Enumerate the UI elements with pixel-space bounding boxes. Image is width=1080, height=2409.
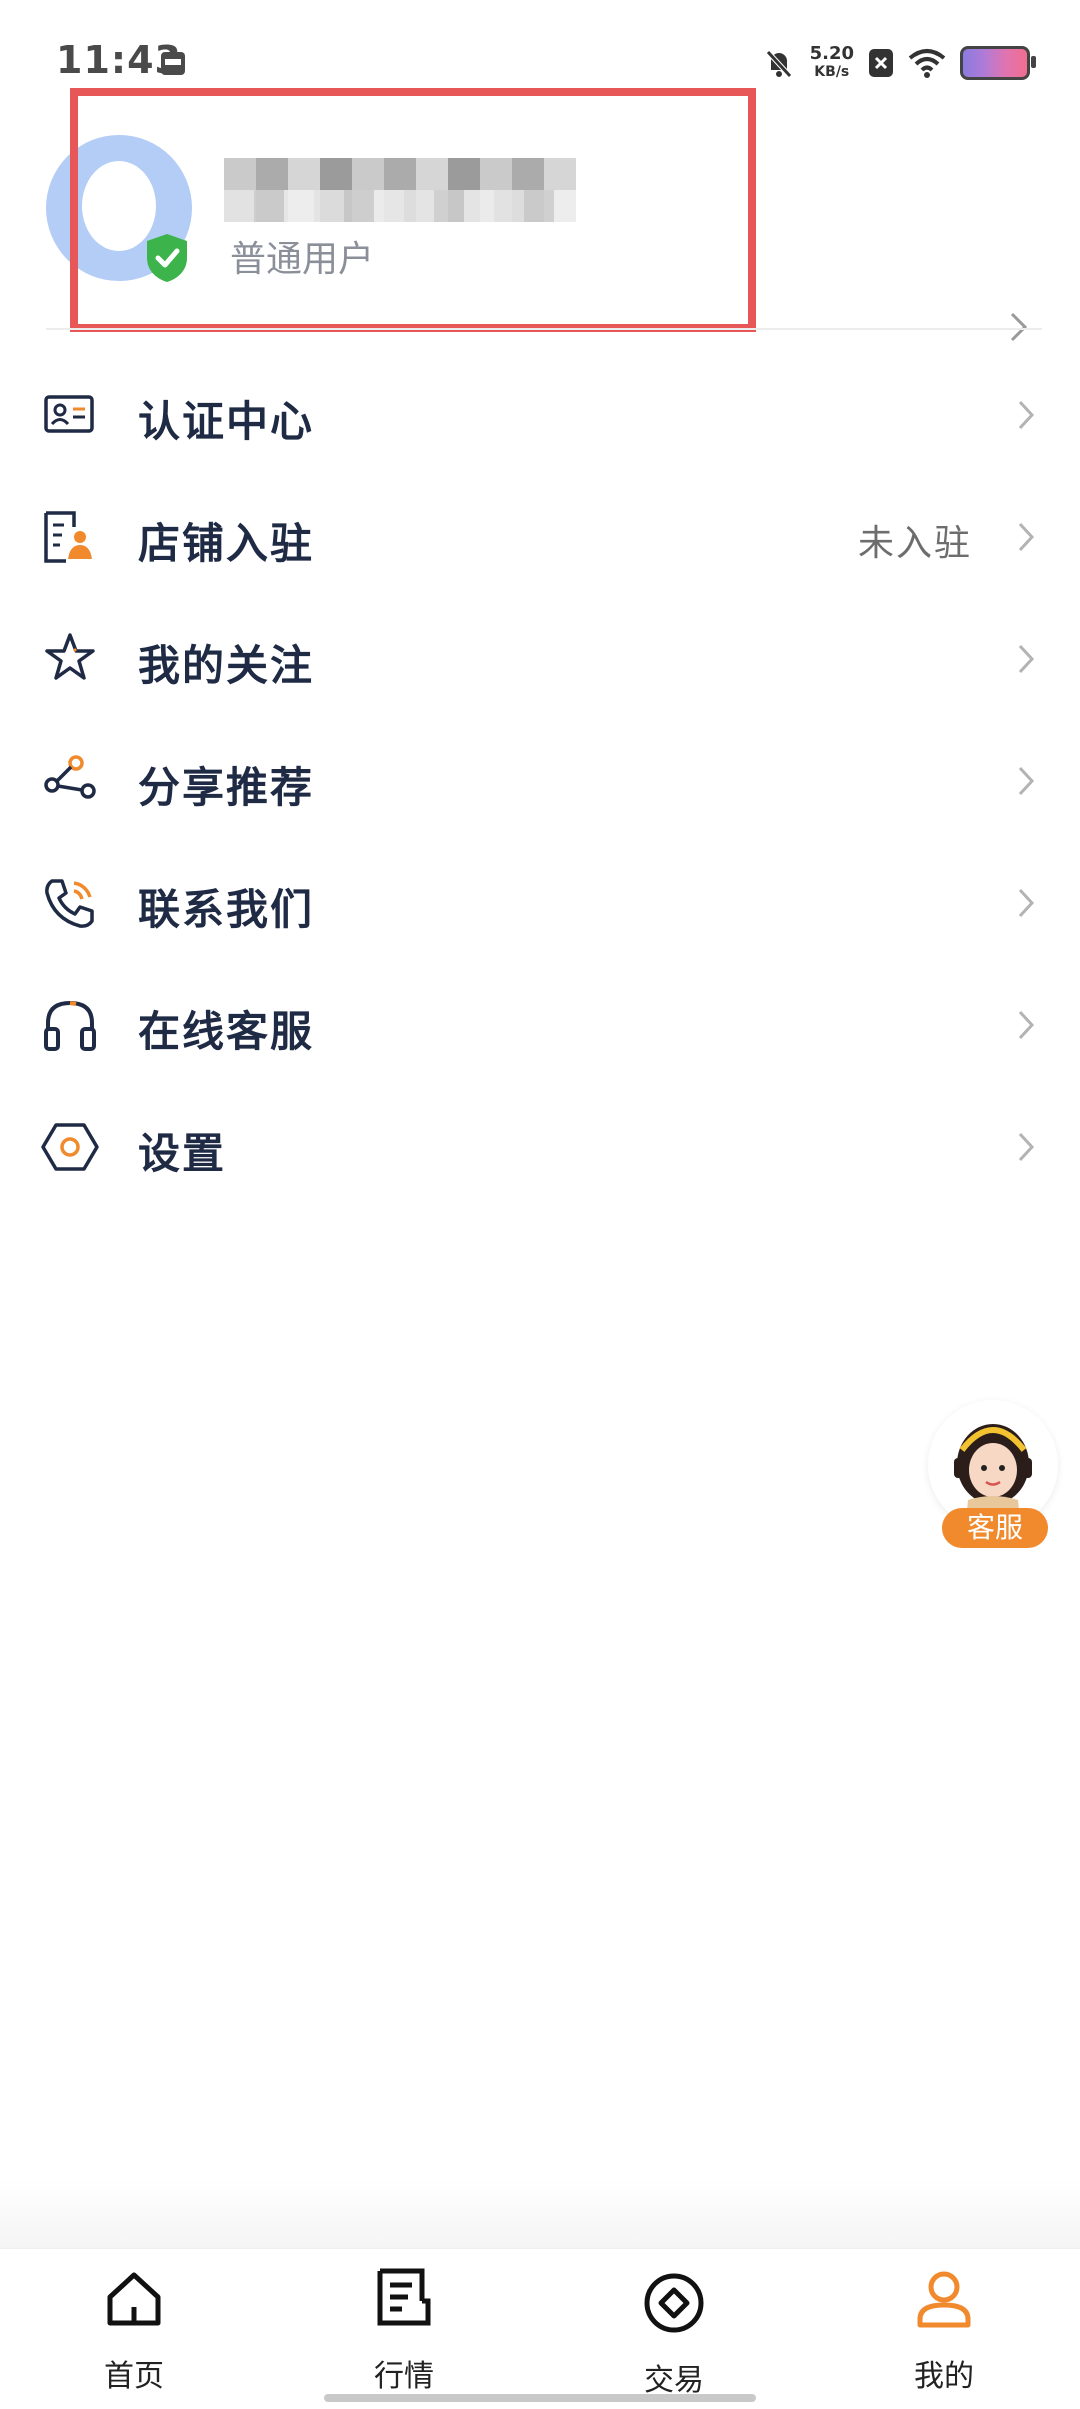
- chevron-right-icon: [1018, 766, 1035, 796]
- chevron-right-icon: [1008, 310, 1030, 344]
- settings-hexagon-icon: [41, 1123, 99, 1171]
- tab-trade[interactable]: 交易: [584, 2249, 764, 2399]
- menu-item-online-service[interactable]: 在线客服: [0, 970, 1080, 1080]
- net-speed: 5.20 KB/s: [810, 45, 854, 81]
- menu-item-label: 在线客服: [138, 1007, 315, 1056]
- menu-item-label: 店铺入驻: [138, 519, 315, 568]
- chevron-right-icon: [1018, 1132, 1035, 1162]
- sim-x-icon: [869, 49, 893, 77]
- tab-label: 首页: [104, 2359, 164, 2394]
- store-status-value: 未入驻: [857, 523, 972, 564]
- home-icon: [107, 2272, 161, 2326]
- mute-bell-icon: [765, 50, 792, 78]
- menu-item-certification[interactable]: 认证中心: [0, 360, 1080, 470]
- user-icon: [917, 2271, 971, 2328]
- headset-icon: [44, 1000, 96, 1051]
- trade-circle-icon: [644, 2273, 704, 2333]
- tab-label: 行情: [374, 2359, 434, 2394]
- menu-item-label: 设置: [138, 1129, 227, 1178]
- bottom-fade: [0, 2180, 1080, 2250]
- menu-item-label: 分享推荐: [138, 763, 315, 812]
- chevron-right-icon: [1018, 400, 1035, 430]
- net-speed-unit: KB/s: [814, 64, 850, 80]
- status-icons: 5.20 KB/s: [762, 38, 1036, 88]
- cs-label: 客服: [942, 1508, 1048, 1548]
- chevron-right-icon: [1018, 644, 1035, 674]
- home-indicator: [324, 2394, 756, 2402]
- tab-label: 我的: [914, 2359, 974, 2394]
- floating-customer-service-button[interactable]: 客服: [924, 1400, 1064, 1550]
- highlight-annotation-box: [70, 88, 756, 332]
- menu-item-my-follows[interactable]: 我的关注: [0, 604, 1080, 714]
- store-document-icon: [44, 511, 92, 563]
- menu-item-store-entry[interactable]: 店铺入驻 未入驻: [0, 482, 1080, 592]
- calendar-icon: [161, 52, 185, 75]
- id-card-icon: [44, 395, 94, 433]
- chevron-right-icon: [1018, 888, 1035, 918]
- phone-icon: [45, 879, 94, 928]
- divider: [46, 328, 1042, 330]
- net-speed-value: 5.20: [809, 43, 854, 64]
- tab-home[interactable]: 首页: [44, 2249, 224, 2399]
- star-icon: [45, 633, 95, 680]
- menu-item-label: 认证中心: [138, 397, 315, 446]
- menu-item-share[interactable]: 分享推荐: [0, 726, 1080, 836]
- menu-item-label: 联系我们: [138, 885, 315, 934]
- tab-market[interactable]: 行情: [314, 2249, 494, 2399]
- menu-item-label: 我的关注: [138, 641, 315, 690]
- bottom-tab-bar: 首页 行情 交易 我的: [0, 2248, 1080, 2409]
- tab-label: 交易: [644, 2363, 704, 2398]
- menu-item-settings[interactable]: 设置: [0, 1092, 1080, 1202]
- battery-icon: [960, 46, 1036, 80]
- menu-item-contact-us[interactable]: 联系我们: [0, 848, 1080, 958]
- document-list-icon: [377, 2268, 431, 2326]
- chevron-right-icon: [1018, 522, 1035, 552]
- chevron-right-icon: [1018, 1010, 1035, 1040]
- wifi-icon: [908, 49, 946, 78]
- share-icon: [44, 755, 96, 799]
- tab-mine[interactable]: 我的: [854, 2249, 1034, 2399]
